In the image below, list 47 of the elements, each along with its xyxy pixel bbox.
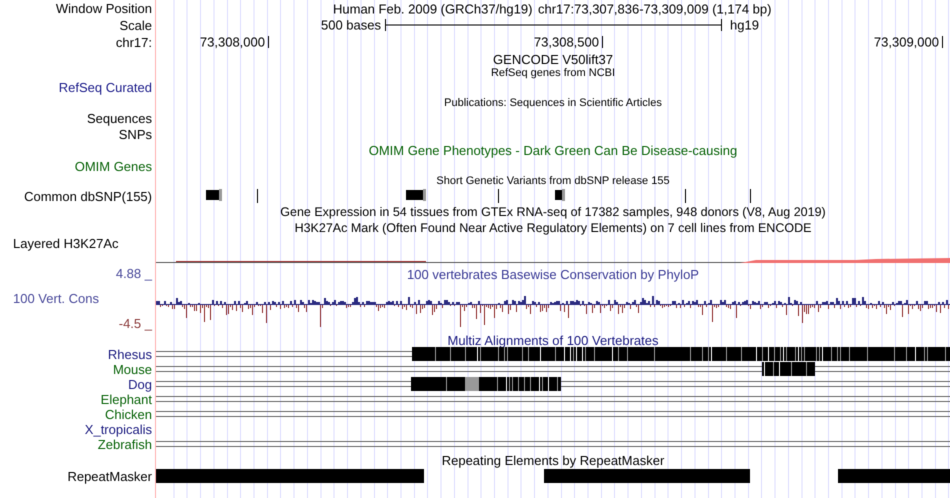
track-title: H3K27Ac Mark (Often Found Near Active Regulatory Elements) on 7 cell lines from ENCODE (294, 222, 812, 234)
track-label[interactable]: SNPs (118, 128, 152, 141)
ruler-tick-label: 73,308,000 (200, 36, 265, 48)
track-title: Gene Expression in 54 tissues from GTEx RNA-seq of 17382 samples, 948 donors (V8, Aug 2019) (280, 206, 826, 218)
track-label[interactable]: Dog (128, 378, 152, 391)
variant-mark (257, 189, 258, 203)
row-label: Window Position (56, 2, 152, 15)
track-title: RefSeq genes from NCBI (490, 68, 616, 78)
track-title: 100 vertebrates Basewise Conservation by PhyloP (407, 268, 699, 281)
variant-mark (406, 189, 426, 201)
track-label[interactable]: Elephant (100, 393, 152, 406)
track-label[interactable]: Zebrafish (98, 438, 152, 451)
track-title: GENCODE V50lift37 (493, 52, 613, 66)
track-title: Short Genetic Variants from dbSNP release 155 (436, 176, 670, 187)
track-label[interactable]: RepeatMasker (67, 470, 152, 482)
track-label[interactable]: 100 Vert. Cons (0, 292, 152, 305)
track-label[interactable]: RefSeq Curated (58, 81, 152, 94)
track-title: OMIM Gene Phenotypes - Dark Green Can Be Disease-causing (368, 144, 738, 156)
ruler-tick (942, 36, 943, 48)
variant-mark (498, 189, 499, 203)
row-label: Scale (119, 18, 152, 32)
track-label[interactable]: X_tropicalis (84, 423, 152, 436)
assembly-label: hg19 (730, 18, 759, 32)
track-label[interactable]: OMIM Genes (74, 160, 152, 172)
axis-max-label: 4.88 _ (114, 267, 152, 280)
variant-mark (555, 189, 565, 201)
track-label[interactable]: Sequences (86, 112, 152, 126)
assembly-name: Human Feb. 2009 (GRCh37/hg19) (333, 2, 532, 15)
scale-length: 500 bases (321, 18, 381, 32)
track-label[interactable]: Mouse (112, 363, 152, 376)
track-label[interactable]: Rhesus (108, 348, 152, 361)
ruler-tick-label: 73,308,500 (534, 36, 599, 48)
ruler-tick (268, 36, 269, 48)
position-text: chr17:73,307,836-73,309,009 (1,174 bp) (538, 2, 772, 15)
variant-mark (685, 189, 686, 203)
track-label[interactable]: Common dbSNP(155) (24, 190, 152, 203)
track-title: Multiz Alignments of 100 Vertebrates (447, 334, 658, 347)
chromosome-label: chr17: (116, 36, 152, 48)
track-label[interactable]: Chicken (105, 408, 152, 421)
track-label[interactable]: Layered H3K27Ac (13, 236, 119, 250)
track-title: Repeating Elements by RepeatMasker (442, 454, 664, 466)
variant-mark (750, 189, 751, 203)
track-title: Publications: Sequences in Scientific Articles (444, 98, 662, 109)
ruler-tick (602, 36, 603, 48)
ruler-tick-label: 73,309,000 (874, 36, 939, 48)
variant-mark (206, 189, 222, 201)
axis-min-label: -4.5 _ (118, 317, 152, 330)
